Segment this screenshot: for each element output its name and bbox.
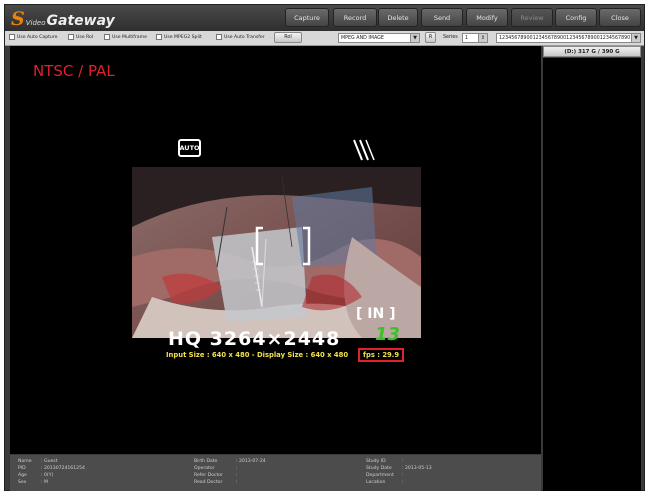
thumbnail-list-panel[interactable] <box>543 58 641 491</box>
chevron-down-icon[interactable]: ▼ <box>410 34 419 42</box>
study-id-value: : <box>402 459 404 464</box>
series-value: 1 <box>465 35 469 41</box>
app-window: S Video Gateway Capture Record Delete Se… <box>4 4 645 491</box>
disk-usage-header: (D:) 317 G / 390 G <box>543 46 641 57</box>
record-button[interactable]: Record <box>333 8 377 27</box>
checkbox-label: Use Auto Transfer <box>224 34 265 40</box>
checkbox-box[interactable] <box>156 34 162 40</box>
study-date-value: : 2013-05-13 <box>402 466 432 471</box>
format-select[interactable]: MPEG AND IMAGE ▼ <box>338 33 420 43</box>
delete-button[interactable]: Delete <box>378 8 418 27</box>
operator-value: : <box>236 466 238 471</box>
pid-value: : 20130724161254 <box>41 466 85 471</box>
r-button[interactable]: R <box>425 32 436 43</box>
refer-doctor-label: Refer Doctor <box>194 473 223 478</box>
checkbox-box[interactable] <box>9 34 15 40</box>
name-value: : Guest <box>41 459 58 464</box>
mpeg2-split-checkbox[interactable]: Use MPEG2 Split <box>156 34 202 40</box>
id-select[interactable]: 1234567890012345678900123456789001234567… <box>496 33 641 43</box>
review-button[interactable]: Review <box>511 8 553 27</box>
series-label: Series <box>443 35 458 40</box>
roi-button[interactable]: RoI <box>274 32 302 43</box>
send-button[interactable]: Send <box>421 8 463 27</box>
checkbox-box[interactable] <box>216 34 222 40</box>
pid-label: PID <box>18 466 26 471</box>
multiframe-checkbox[interactable]: Use Multiframe <box>104 34 147 40</box>
id-select-value: 1234567890012345678900123456789001234567… <box>499 35 631 41</box>
modify-button[interactable]: Modify <box>466 8 508 27</box>
auto-transfer-checkbox[interactable]: Use Auto Transfer <box>216 34 265 40</box>
read-doctor-label: Read Doctor <box>194 480 223 485</box>
checkbox-label: Use Multiframe <box>112 34 147 40</box>
department-label: Department <box>366 473 394 478</box>
location-label: Location <box>366 480 386 485</box>
checkbox-box[interactable] <box>104 34 110 40</box>
patient-info-panel: Name : Guest PID : 20130724161254 Age : … <box>10 455 541 491</box>
input-size-label: Input Size : 640 x 480 - Display Size : … <box>166 351 349 359</box>
auto-capture-checkbox[interactable]: Use Auto Capture <box>9 34 57 40</box>
checkbox-label: Use RoI <box>76 34 94 40</box>
logo-gateway: Gateway <box>46 13 115 29</box>
in-badge: [ IN ] <box>356 306 396 322</box>
department-value: : <box>402 473 404 478</box>
hq-resolution-label: HQ 3264×2448 <box>168 328 341 350</box>
app-logo: S Video Gateway <box>11 8 115 30</box>
light-glare-marks <box>353 139 375 161</box>
logo-video: Video <box>25 19 46 27</box>
checkbox-label: Use Auto Capture <box>17 34 58 40</box>
config-button[interactable]: Config <box>555 8 597 27</box>
focus-bracket-icon <box>255 226 311 266</box>
operator-label: Operator <box>194 466 215 471</box>
location-value: : <box>402 480 404 485</box>
roi-checkbox[interactable]: Use RoI <box>68 34 93 40</box>
capture-button[interactable]: Capture <box>285 8 329 27</box>
study-id-label: Study ID <box>366 459 386 464</box>
auto-badge: AUTO <box>178 139 201 157</box>
sex-value: : M <box>41 480 48 485</box>
study-date-label: Study Date <box>366 466 392 471</box>
birth-date-value: : 2013-07-24 <box>236 459 266 464</box>
refer-doctor-value: : <box>236 473 238 478</box>
age-value: : 0(Y) <box>41 473 54 478</box>
logo-s: S <box>11 8 25 30</box>
name-label: Name <box>18 459 32 464</box>
frame-counter: 13 <box>375 324 401 345</box>
checkbox-label: Use MPEG2 Split <box>164 34 202 40</box>
age-label: Age <box>18 473 27 478</box>
title-bar: S Video Gateway Capture Record Delete Se… <box>5 5 644 31</box>
chevron-down-icon[interactable]: ▼ <box>631 34 640 42</box>
checkbox-box[interactable] <box>68 34 74 40</box>
format-select-value: MPEG AND IMAGE <box>341 35 384 41</box>
fps-readout: fps : 29.9 <box>358 348 405 362</box>
spinner-arrows-icon[interactable]: ⇕ <box>478 34 487 42</box>
series-spinner[interactable]: 1 ⇕ <box>462 33 488 43</box>
birth-date-label: Birth Date <box>194 459 218 464</box>
close-button[interactable]: Close <box>599 8 641 27</box>
video-preview-area: NTSC / PAL AUTO HQ 3264×2448 [IN] 13 I… <box>10 46 541 454</box>
sex-label: Sex <box>18 480 27 485</box>
read-doctor-value: : <box>236 480 238 485</box>
options-toolbar: Use Auto Capture Use RoI Use Multiframe … <box>5 31 644 46</box>
video-mode-label: NTSC / PAL <box>33 62 115 80</box>
